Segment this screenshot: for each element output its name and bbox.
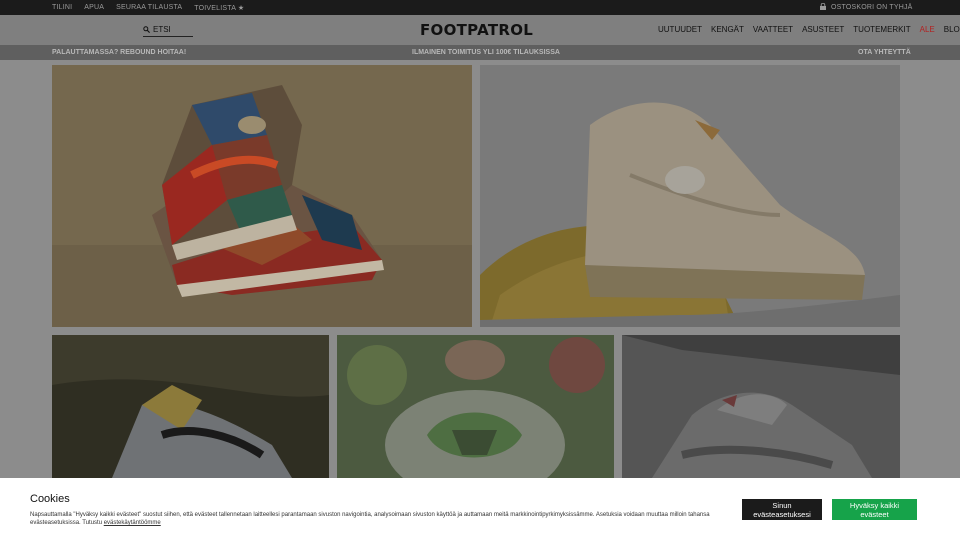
cookie-title: Cookies [30, 493, 70, 505]
search-input[interactable] [153, 25, 191, 34]
bag-icon [820, 3, 826, 10]
artwork-image [337, 335, 614, 478]
banner-outdoor-sneaker[interactable] [52, 335, 329, 478]
track-order-link[interactable]: SEURAA TILAUSTA [116, 4, 182, 12]
accept-all-cookies-button[interactable]: Hyväksy kaikki evästeet [832, 499, 917, 520]
nav-clothing[interactable]: VAATTEET [753, 25, 793, 34]
returns-promo-link[interactable]: PALAUTTAMASSA? REBOUND HOITAA! [52, 49, 186, 56]
promo-bar: PALAUTTAMASSA? REBOUND HOITAA! ILMAINEN … [0, 45, 960, 60]
cookie-policy-link[interactable]: evästekäytäntöömme [104, 520, 161, 526]
banner-artwork-graphic[interactable] [337, 335, 614, 478]
help-link[interactable]: APUA [84, 4, 104, 12]
main-nav: UUTUUDET KENGÄT VAATTEET ASUSTEET TUOTEM… [658, 25, 960, 34]
free-shipping-promo: ILMAINEN TOIMITUS YLI 100€ TILAUKSISSA [412, 49, 560, 56]
nav-brands[interactable]: TUOTEMERKIT [853, 25, 910, 34]
sneaker-image [52, 65, 472, 327]
contact-link[interactable]: OTA YHTEYTTÄ [858, 49, 911, 56]
cart-status: OSTOSKORI ON TYHJÄ [831, 4, 913, 11]
nav-accessories[interactable]: ASUSTEET [802, 25, 844, 34]
cart-link[interactable]: OSTOSKORI ON TYHJÄ [820, 3, 913, 11]
nav-blog[interactable]: BLOG [944, 25, 960, 34]
nav-sale[interactable]: ALE [920, 25, 935, 34]
sneaker-image [480, 65, 900, 327]
site-logo[interactable]: FOOTPATROL [420, 21, 533, 39]
utility-bar: TILINI APUA SEURAA TILAUSTA TOIVELISTA ★… [0, 0, 960, 15]
banner-new-balance[interactable] [622, 335, 900, 478]
site-header: FOOTPATROL UUTUUDET KENGÄT VAATTEET ASUS… [0, 15, 960, 45]
my-account-link[interactable]: TILINI [52, 4, 72, 12]
sneaker-image [52, 335, 329, 478]
hero-banner-air-force-1[interactable] [480, 65, 900, 327]
cookie-text: Napsauttamalla "Hyväksy kaikki evästeet"… [30, 511, 720, 527]
search-box[interactable] [143, 23, 193, 37]
nav-shoes[interactable]: KENGÄT [711, 25, 744, 34]
cookie-banner: Cookies Napsauttamalla "Hyväksy kaikki e… [0, 478, 960, 540]
wishlist-link[interactable]: TOIVELISTA ★ [194, 4, 244, 12]
sneaker-image [622, 335, 900, 478]
hero-banner-jordan-1-mid[interactable] [52, 65, 472, 327]
nav-new[interactable]: UUTUUDET [658, 25, 702, 34]
cookie-settings-button[interactable]: Sinun evästeasetuksesi [742, 499, 822, 520]
utility-links: TILINI APUA SEURAA TILAUSTA TOIVELISTA ★ [52, 4, 244, 12]
search-icon [143, 26, 150, 33]
